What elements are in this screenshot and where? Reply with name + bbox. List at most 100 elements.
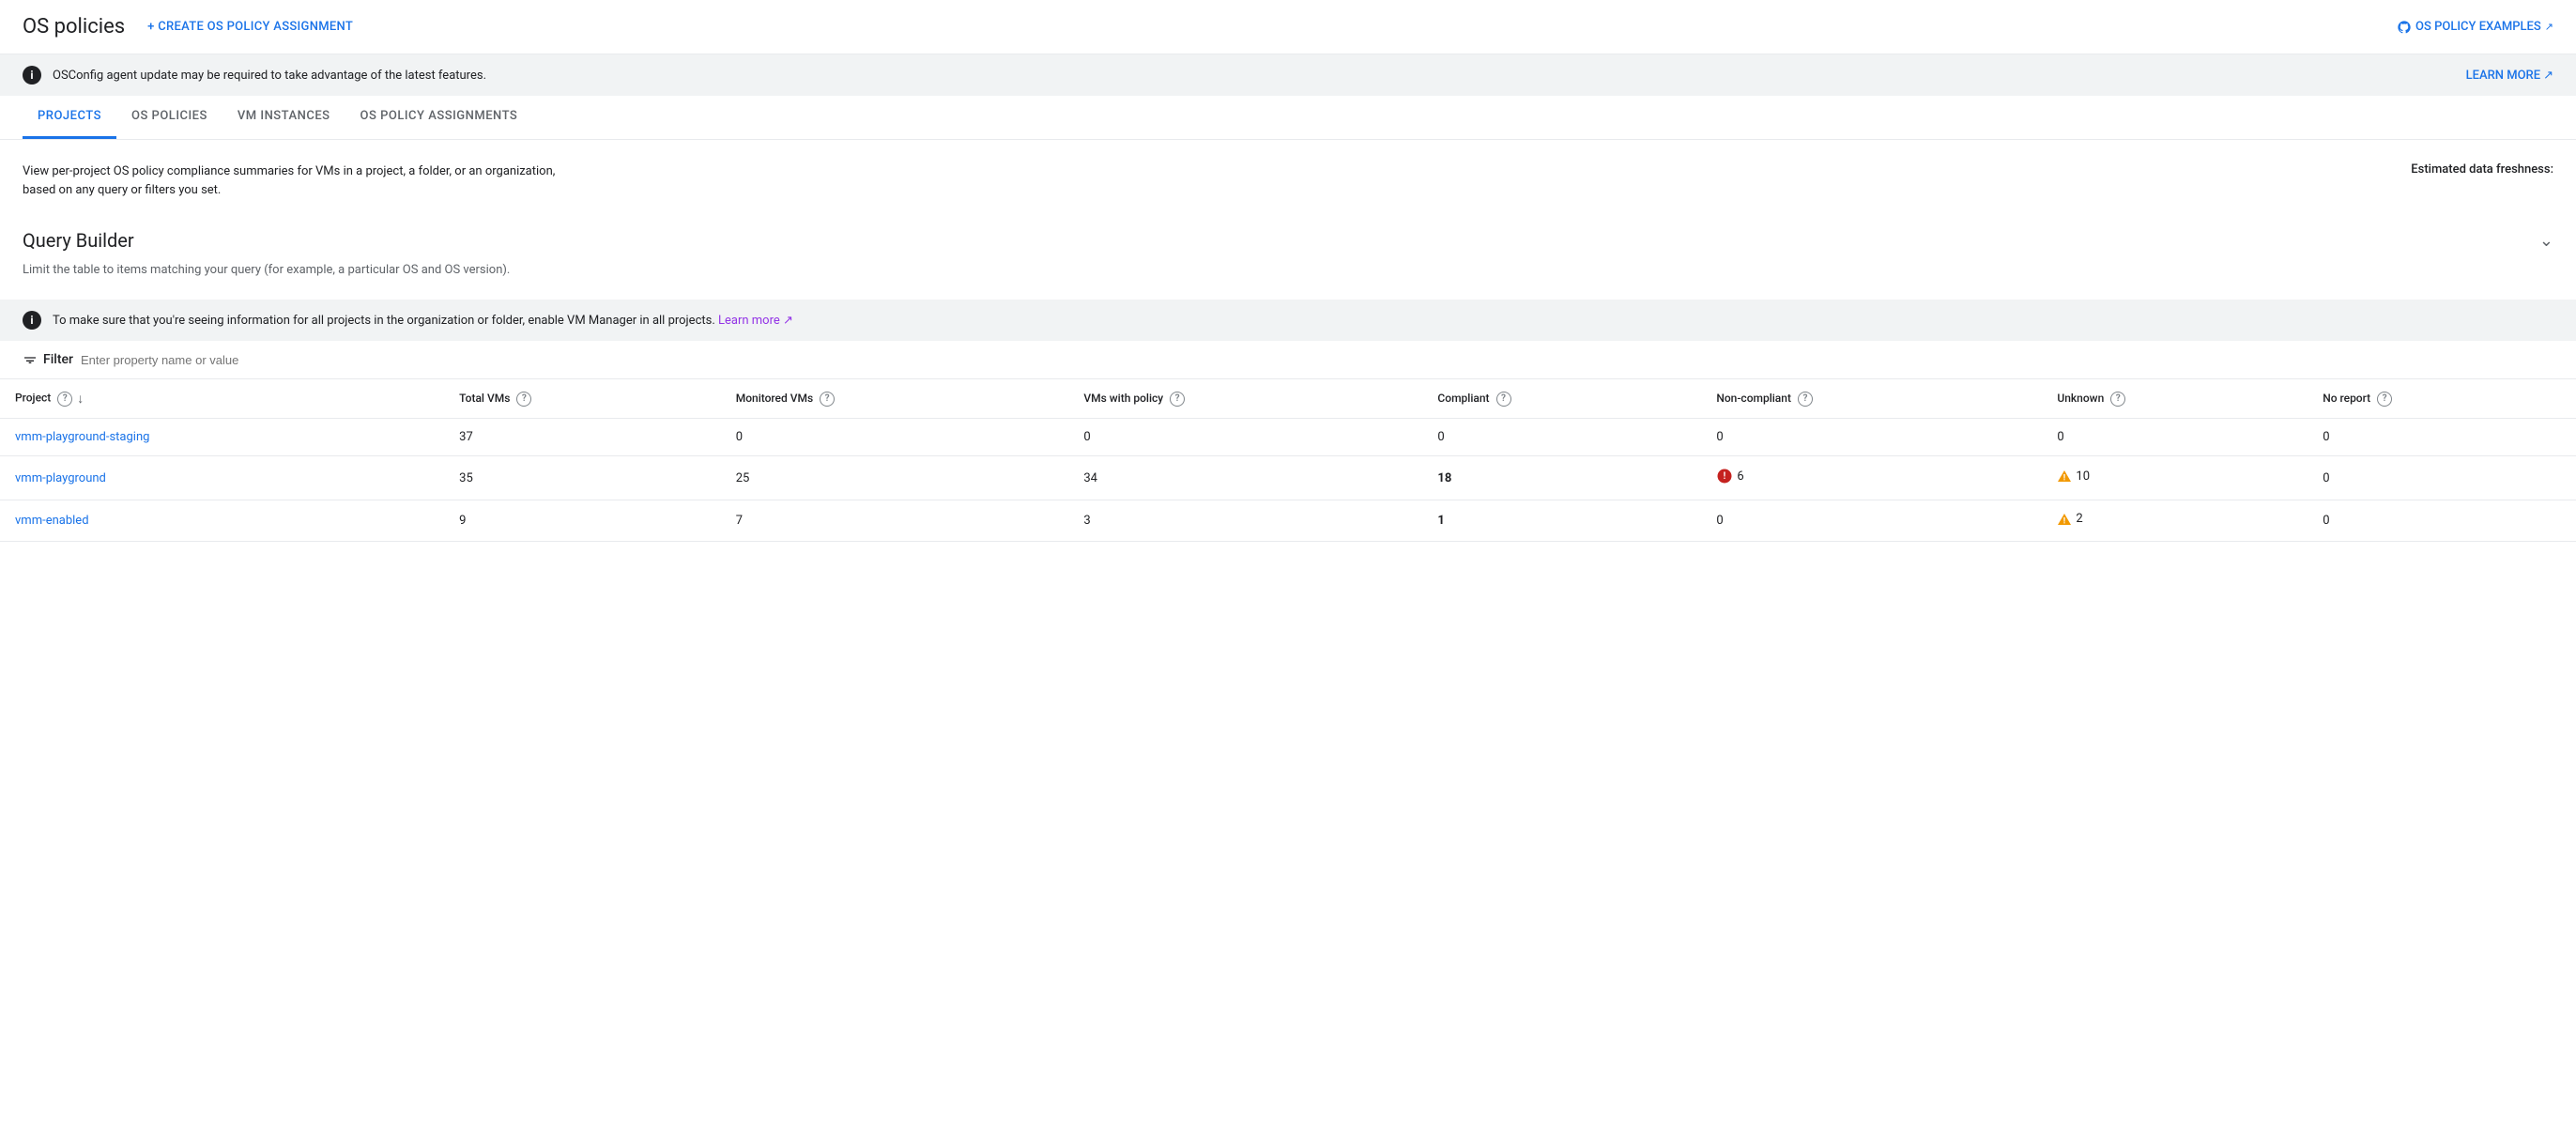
query-builder-title: Query Builder xyxy=(23,229,134,252)
learn-more-link[interactable]: LEARN MORE ↗ xyxy=(2466,69,2553,83)
filter-input[interactable] xyxy=(81,353,2553,367)
info-banner: i OSConfig agent update may be required … xyxy=(0,54,2576,96)
project-cell-3: vmm-enabled xyxy=(0,500,444,542)
svg-text:!: ! xyxy=(2063,474,2065,484)
unknown-cell-2: ! 10 xyxy=(2042,456,2308,500)
total-vms-help-icon[interactable]: ? xyxy=(516,392,531,407)
col-unknown: Unknown ? xyxy=(2042,379,2308,419)
col-no-report: No report ? xyxy=(2308,379,2576,419)
create-os-policy-label: + CREATE OS POLICY ASSIGNMENT xyxy=(147,20,353,34)
no-report-help-icon[interactable]: ? xyxy=(2377,392,2392,407)
query-builder-header[interactable]: Query Builder ⌄ xyxy=(23,222,2553,259)
vms-with-policy-help-icon[interactable]: ? xyxy=(1170,392,1185,407)
chevron-down-icon: ⌄ xyxy=(2539,231,2553,251)
external-link-icon: ↗ xyxy=(2545,21,2553,33)
content-area: View per-project OS policy compliance su… xyxy=(0,140,2576,277)
info-banner2-external-icon: ↗ xyxy=(783,314,793,328)
github-icon xyxy=(2397,20,2412,35)
col-project: Project ? ↓ xyxy=(0,379,444,419)
monitored-vms-cell-3: 7 xyxy=(721,500,1069,542)
non-compliant-cell-3: 0 xyxy=(1701,500,2042,542)
projects-table: Project ? ↓ Total VMs ? Monitored VMs ? … xyxy=(0,379,2576,542)
project-link-1[interactable]: vmm-playground-staging xyxy=(15,430,149,444)
compliant-help-icon[interactable]: ? xyxy=(1496,392,1511,407)
table-header: Project ? ↓ Total VMs ? Monitored VMs ? … xyxy=(0,379,2576,419)
description-row: View per-project OS policy compliance su… xyxy=(23,162,2553,199)
col-compliant: Compliant ? xyxy=(1422,379,1701,419)
unknown-cell-3: ! 2 xyxy=(2042,500,2308,542)
no-report-cell-1: 0 xyxy=(2308,419,2576,456)
col-non-compliant: Non-compliant ? xyxy=(1701,379,2042,419)
table-container: Project ? ↓ Total VMs ? Monitored VMs ? … xyxy=(0,379,2576,542)
page-header: OS policies + CREATE OS POLICY ASSIGNMEN… xyxy=(0,0,2576,54)
tabs-container: PROJECTS OS POLICIES VM INSTANCES OS POL… xyxy=(0,96,2576,140)
non-compliant-badge-2: ! 6 xyxy=(1716,468,1743,485)
learn-more-external-icon: ↗ xyxy=(2543,69,2553,83)
learn-more-label: LEARN MORE xyxy=(2466,69,2540,83)
unknown-badge-2: ! 10 xyxy=(2057,469,2090,484)
monitored-vms-help-icon[interactable]: ? xyxy=(820,392,835,407)
unknown-badge-3: ! 2 xyxy=(2057,512,2082,526)
tab-projects[interactable]: PROJECTS xyxy=(23,96,116,139)
examples-link-label: OS POLICY EXAMPLES xyxy=(2415,20,2541,34)
no-report-cell-2: 0 xyxy=(2308,456,2576,500)
svg-text:!: ! xyxy=(1724,471,1726,482)
create-os-policy-link[interactable]: + CREATE OS POLICY ASSIGNMENT xyxy=(147,20,353,34)
table-header-row: Project ? ↓ Total VMs ? Monitored VMs ? … xyxy=(0,379,2576,419)
project-sort-icon[interactable]: ↓ xyxy=(77,392,84,407)
total-vms-cell-2: 35 xyxy=(444,456,721,500)
col-vms-with-policy: VMs with policy ? xyxy=(1068,379,1422,419)
filter-bar: Filter xyxy=(0,341,2576,379)
filter-icon xyxy=(23,352,38,367)
description-text: View per-project OS policy compliance su… xyxy=(23,162,586,199)
error-icon: ! xyxy=(1716,468,1733,485)
info-icon: i xyxy=(23,66,41,85)
compliant-cell-3: 1 xyxy=(1422,500,1701,542)
vms-with-policy-cell-1: 0 xyxy=(1068,419,1422,456)
tab-os-policy-assignments[interactable]: OS POLICY ASSIGNMENTS xyxy=(345,96,533,139)
svg-text:!: ! xyxy=(2063,516,2065,526)
unknown-help-icon[interactable]: ? xyxy=(2110,392,2125,407)
project-link-2[interactable]: vmm-playground xyxy=(15,471,106,485)
header-right: OS POLICY EXAMPLES ↗ xyxy=(2397,20,2553,35)
project-cell-1: vmm-playground-staging xyxy=(0,419,444,456)
info-icon2: i xyxy=(23,311,41,330)
non-compliant-cell-2: ! 6 xyxy=(1701,456,2042,500)
project-cell-2: vmm-playground xyxy=(0,456,444,500)
filter-label: Filter xyxy=(43,352,73,367)
unknown-cell-1: 0 xyxy=(2042,419,2308,456)
table-row: vmm-playground-staging 37 0 0 0 0 0 0 xyxy=(0,419,2576,456)
warning-triangle-icon: ! xyxy=(2057,513,2072,526)
non-compliant-cell-1: 0 xyxy=(1701,419,2042,456)
compliant-cell-1: 0 xyxy=(1422,419,1701,456)
data-freshness-label: Estimated data freshness: xyxy=(2411,162,2553,177)
no-report-cell-3: 0 xyxy=(2308,500,2576,542)
project-link-3[interactable]: vmm-enabled xyxy=(15,514,89,528)
info-banner2-learn-more-link[interactable]: Learn more ↗ xyxy=(718,314,793,328)
tab-vm-instances[interactable]: VM INSTANCES xyxy=(222,96,345,139)
monitored-vms-cell-2: 25 xyxy=(721,456,1069,500)
total-vms-cell-3: 9 xyxy=(444,500,721,542)
filter-label-container: Filter xyxy=(23,352,73,367)
page-title: OS policies xyxy=(23,15,125,38)
vms-with-policy-cell-3: 3 xyxy=(1068,500,1422,542)
table-row: vmm-enabled 9 7 3 1 0 ! 2 0 xyxy=(0,500,2576,542)
tab-os-policies[interactable]: OS POLICIES xyxy=(116,96,222,139)
col-monitored-vms: Monitored VMs ? xyxy=(721,379,1069,419)
warning-triangle-icon: ! xyxy=(2057,469,2072,483)
info-banner-text: OSConfig agent update may be required to… xyxy=(53,69,2455,83)
query-builder-subtitle: Limit the table to items matching your q… xyxy=(23,263,2553,277)
info-banner2-text: To make sure that you're seeing informat… xyxy=(53,314,793,328)
col-total-vms: Total VMs ? xyxy=(444,379,721,419)
info-banner2: i To make sure that you're seeing inform… xyxy=(0,300,2576,341)
table-body: vmm-playground-staging 37 0 0 0 0 0 0 vm… xyxy=(0,419,2576,542)
project-help-icon[interactable]: ? xyxy=(57,392,72,407)
total-vms-cell-1: 37 xyxy=(444,419,721,456)
vms-with-policy-cell-2: 34 xyxy=(1068,456,1422,500)
query-builder: Query Builder ⌄ Limit the table to items… xyxy=(23,222,2553,277)
non-compliant-help-icon[interactable]: ? xyxy=(1798,392,1813,407)
compliant-cell-2: 18 xyxy=(1422,456,1701,500)
table-row: vmm-playground 35 25 34 18 ! 6 ! xyxy=(0,456,2576,500)
monitored-vms-cell-1: 0 xyxy=(721,419,1069,456)
os-policy-examples-link[interactable]: OS POLICY EXAMPLES ↗ xyxy=(2397,20,2553,35)
